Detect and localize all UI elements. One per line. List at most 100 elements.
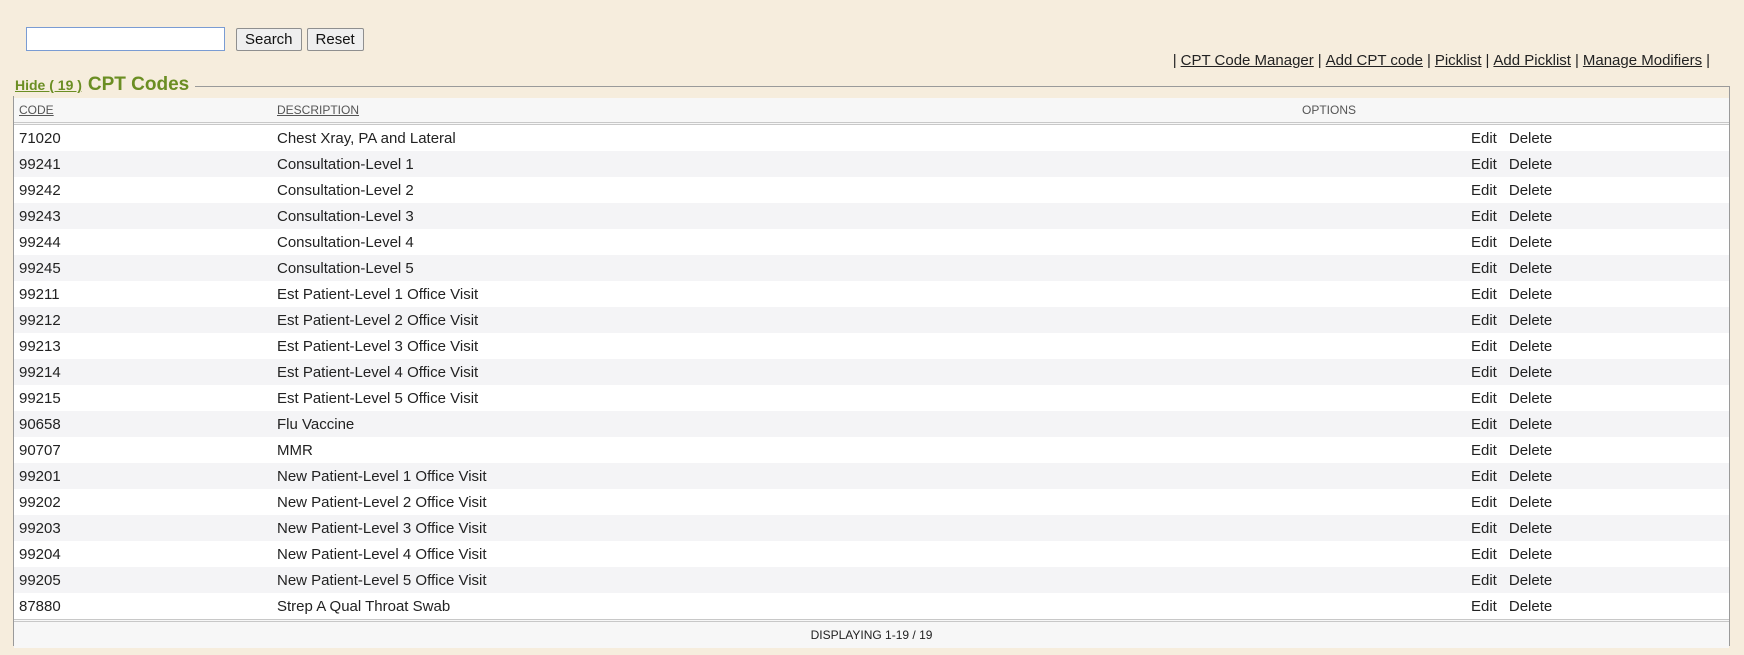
table-row: 99212 Est Patient-Level 2 Office Visit Edi… [14, 307, 1729, 333]
table-row: 99201 New Patient-Level 1 Office Visit Edi… [14, 463, 1729, 489]
description-cell: Consultation-Level 1 [277, 155, 414, 173]
table-row: 99202 New Patient-Level 2 Office Visit Edi… [14, 489, 1729, 515]
edit-link[interactable]: Edit [1471, 312, 1497, 329]
sort-by-description-link[interactable]: DESCRIPTION [277, 103, 359, 117]
delete-link[interactable]: Delete [1509, 156, 1552, 173]
delete-link[interactable]: Delete [1509, 364, 1552, 381]
delete-link[interactable]: Delete [1509, 494, 1552, 511]
edit-link[interactable]: Edit [1471, 338, 1497, 355]
delete-link[interactable]: Delete [1509, 338, 1552, 355]
options-cell: Edit Delete [1297, 385, 1729, 411]
options-cell: Edit Delete [1297, 463, 1729, 489]
nav-separator: | [1485, 52, 1490, 69]
code-column-header[interactable]: CODE [14, 98, 272, 125]
edit-link[interactable]: Edit [1471, 390, 1497, 407]
table-row: 99215 Est Patient-Level 5 Office Visit Edi… [14, 385, 1729, 411]
delete-link[interactable]: Delete [1509, 130, 1552, 147]
description-cell: Consultation-Level 3 [277, 207, 414, 225]
manage-modifiers-link[interactable]: Manage Modifiers [1583, 52, 1702, 69]
description-column-header[interactable]: DESCRIPTION [272, 98, 1297, 125]
description-cell: Est Patient-Level 3 Office Visit [277, 337, 479, 355]
cpt-code-cell: 99213 [19, 337, 61, 355]
delete-link[interactable]: Delete [1509, 234, 1552, 251]
edit-link[interactable]: Edit [1471, 208, 1497, 225]
edit-link[interactable]: Edit [1471, 494, 1497, 511]
edit-link[interactable]: Edit [1471, 598, 1497, 615]
nav-separator: | [1426, 52, 1431, 69]
options-cell: Edit Delete [1297, 177, 1729, 203]
edit-link[interactable]: Edit [1471, 572, 1497, 589]
table-header-row: CODE DESCRIPTION OPTIONS [14, 98, 1729, 125]
cpt-code-cell: 87880 [19, 597, 61, 615]
description-cell: New Patient-Level 3 Office Visit [277, 519, 487, 537]
options-cell: Edit Delete [1297, 489, 1729, 515]
table-row: 99214 Est Patient-Level 4 Office Visit Edi… [14, 359, 1729, 385]
edit-link[interactable]: Edit [1471, 442, 1497, 459]
options-cell: Edit Delete [1297, 359, 1729, 385]
cpt-code-cell: 99243 [19, 207, 61, 225]
description-cell: Est Patient-Level 5 Office Visit [277, 389, 479, 407]
picklist-link[interactable]: Picklist [1435, 52, 1482, 69]
delete-link[interactable]: Delete [1509, 260, 1552, 277]
search-input[interactable] [26, 27, 225, 51]
description-cell: MMR [277, 441, 313, 459]
delete-link[interactable]: Delete [1509, 520, 1552, 537]
edit-link[interactable]: Edit [1471, 156, 1497, 173]
reset-button[interactable]: Reset [306, 27, 364, 51]
table-row: 90658 Flu Vaccine Edit Delete [14, 411, 1729, 437]
edit-link[interactable]: Edit [1471, 416, 1497, 433]
add-cpt-code-link[interactable]: Add CPT code [1326, 52, 1423, 69]
edit-link[interactable]: Edit [1471, 546, 1497, 563]
table-row: 99244 Consultation-Level 4 Edit Delete [14, 229, 1729, 255]
options-cell: Edit Delete [1297, 307, 1729, 333]
edit-link[interactable]: Edit [1471, 182, 1497, 199]
table-row: 99211 Est Patient-Level 1 Office Visit Edi… [14, 281, 1729, 307]
add-picklist-link[interactable]: Add Picklist [1493, 52, 1571, 69]
cpt-code-cell: 99201 [19, 467, 61, 485]
cpt-code-manager-link[interactable]: CPT Code Manager [1181, 52, 1314, 69]
cpt-codes-grid: CODE DESCRIPTION OPTIONS 71020 Chest Xray… [14, 98, 1729, 648]
options-cell: Edit Delete [1297, 281, 1729, 307]
delete-link[interactable]: Delete [1509, 442, 1552, 459]
delete-link[interactable]: Delete [1509, 598, 1552, 615]
edit-link[interactable]: Edit [1471, 286, 1497, 303]
options-cell: Edit Delete [1297, 333, 1729, 359]
delete-link[interactable]: Delete [1509, 416, 1552, 433]
search-button[interactable]: Search [236, 27, 302, 51]
cpt-code-cell: 71020 [19, 129, 61, 147]
description-cell: Consultation-Level 2 [277, 181, 414, 199]
edit-link[interactable]: Edit [1471, 260, 1497, 277]
top-nav-links: | CPT Code Manager | Add CPT code | Picklist |… [1169, 52, 1714, 69]
cpt-code-cell: 99203 [19, 519, 61, 537]
delete-link[interactable]: Delete [1509, 468, 1552, 485]
options-cell: Edit Delete [1297, 255, 1729, 281]
delete-link[interactable]: Delete [1509, 286, 1552, 303]
options-cell: Edit Delete [1297, 593, 1729, 619]
table-row: 99213 Est Patient-Level 3 Office Visit Edi… [14, 333, 1729, 359]
delete-link[interactable]: Delete [1509, 312, 1552, 329]
edit-link[interactable]: Edit [1471, 468, 1497, 485]
edit-link[interactable]: Edit [1471, 364, 1497, 381]
cpt-code-cell: 99244 [19, 233, 61, 251]
description-cell: Est Patient-Level 1 Office Visit [277, 285, 479, 303]
edit-link[interactable]: Edit [1471, 234, 1497, 251]
delete-link[interactable]: Delete [1509, 182, 1552, 199]
description-cell: New Patient-Level 1 Office Visit [277, 467, 487, 485]
description-cell: Est Patient-Level 2 Office Visit [277, 311, 479, 329]
description-cell: Consultation-Level 5 [277, 259, 414, 277]
pagination-status: DISPLAYING 1-19 / 19 [14, 619, 1729, 648]
nav-separator: | [1574, 52, 1579, 69]
cpt-code-cell: 99241 [19, 155, 61, 173]
options-cell: Edit Delete [1297, 437, 1729, 463]
options-cell: Edit Delete [1297, 411, 1729, 437]
edit-link[interactable]: Edit [1471, 520, 1497, 537]
delete-link[interactable]: Delete [1509, 572, 1552, 589]
delete-link[interactable]: Delete [1509, 390, 1552, 407]
hide-toggle-link[interactable]: Hide ( 19 ) [15, 77, 82, 93]
sort-by-code-link[interactable]: CODE [19, 103, 54, 117]
delete-link[interactable]: Delete [1509, 208, 1552, 225]
edit-link[interactable]: Edit [1471, 130, 1497, 147]
nav-separator: | [1706, 52, 1710, 69]
delete-link[interactable]: Delete [1509, 546, 1552, 563]
description-cell: New Patient-Level 4 Office Visit [277, 545, 487, 563]
